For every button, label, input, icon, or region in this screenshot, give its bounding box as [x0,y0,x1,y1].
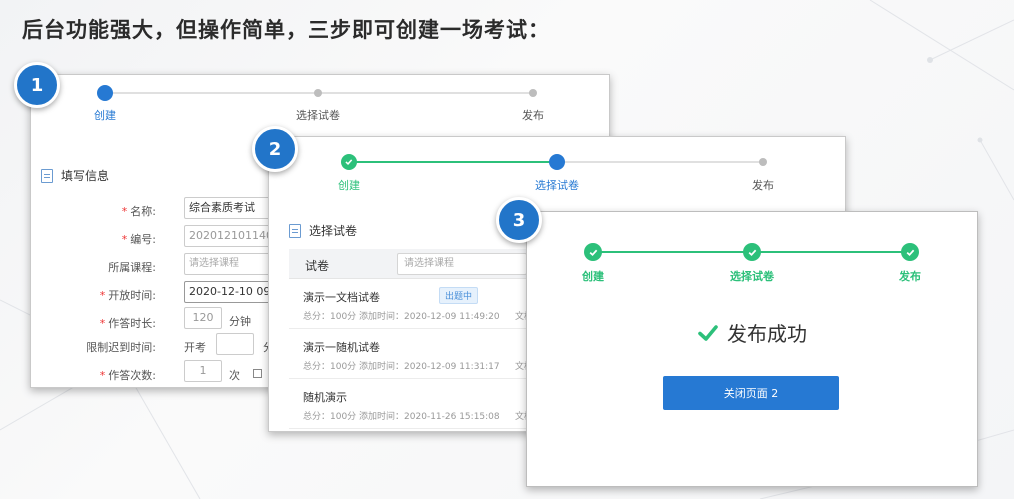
section-header: 选择试卷 [289,222,357,239]
step-track [557,161,763,163]
paper-meta: 总分：100分 添加时间：2020-12-09 11:31:17 [303,362,500,372]
step-label-create: 创建 [94,109,116,122]
step-badge-1: 1 [14,62,60,108]
step-badge-2: 2 [252,126,298,172]
checkmark-icon [698,324,718,341]
success-text: 发布成功 [727,322,807,346]
course-label: 所属课程: [108,261,156,274]
close-page-button[interactable]: 关闭页面 2 [663,376,839,410]
section-header: 填写信息 [41,167,109,184]
document-icon [289,223,301,238]
attempts-field[interactable]: 1 [184,360,222,382]
code-label: * 编号: [121,233,156,246]
step-track-complete [349,161,557,163]
step-label-publish: 发布 [752,179,774,192]
late-prefix: 开考 [184,341,206,354]
check-circle-icon [901,243,919,261]
status-badge: 出题中 [439,287,479,304]
check-circle-icon [743,243,761,261]
document-icon [41,168,53,183]
section-title: 选择试卷 [309,224,358,238]
paper-column-title: 试卷 [305,259,330,273]
paper-name: 演示一随机试卷 [303,341,380,354]
step-label-create: 创建 [582,270,604,283]
publish-success-panel: 创建 选择试卷 发布 发布成功 关闭页面 2 [526,211,978,487]
attempts-label: * 作答次数: [99,369,156,382]
duration-field[interactable]: 120 [184,307,222,329]
step-label-select: 选择试卷 [296,109,340,122]
progress-steps: 创建 选择试卷 发布 [527,212,977,292]
check-circle-icon [341,154,357,170]
attempts-unit: 次 [229,369,240,382]
step-dot-active [549,154,565,170]
course-filter-select[interactable]: 请选择课程 [397,253,527,275]
paper-meta: 总分：100分 添加时间：2020-12-09 11:49:20 [303,312,500,322]
step-label-select: 选择试卷 [730,270,774,283]
step-label-publish: 发布 [522,109,544,122]
paper-meta: 总分：100分 添加时间：2020-11-26 15:15:08 [303,412,500,422]
attempts-checkbox[interactable] [253,369,262,378]
success-message: 发布成功 [527,318,977,347]
name-label: * 名称: [121,205,156,218]
progress-steps: 创建 选择试卷 发布 [269,137,845,197]
step-badge-3: 3 [496,197,542,243]
step-dot [529,89,537,97]
check-circle-icon [584,243,602,261]
late-limit-field[interactable] [216,333,254,355]
step-label-select: 选择试卷 [535,179,579,192]
paper-name: 演示一文档试卷 [303,291,380,304]
late-limit-label: 限制迟到时间: [86,341,156,354]
step-dot [314,89,322,97]
open-time-label: * 开放时间: [99,289,156,302]
section-title: 填写信息 [61,169,110,183]
step-dot-active [97,85,113,101]
step-label-publish: 发布 [899,270,921,283]
step-dot [759,158,767,166]
step-label-create: 创建 [338,179,360,192]
duration-unit: 分钟 [229,315,251,328]
page-headline: 后台功能强大，但操作简单，三步即可创建一场考试： [22,18,550,42]
paper-name: 随机演示 [303,391,347,404]
progress-steps: 创建 选择试卷 发布 [31,75,609,125]
duration-label: * 作答时长: [99,317,156,330]
